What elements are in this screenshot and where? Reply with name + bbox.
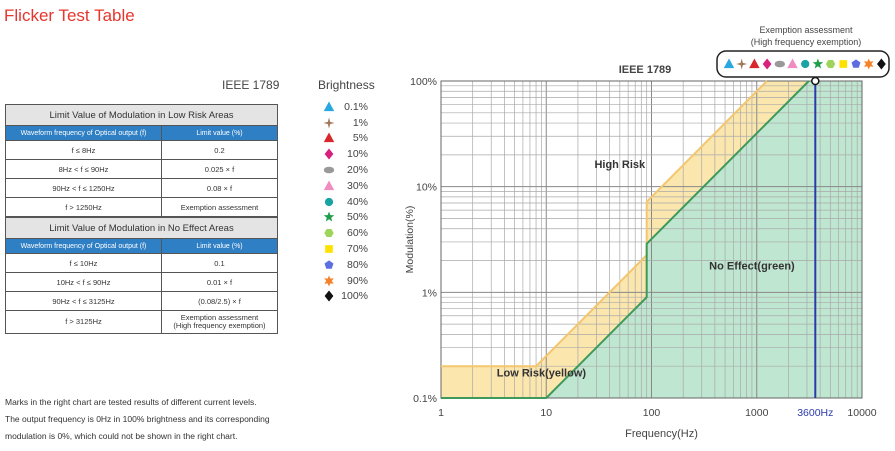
y-tick-label: 10%: [416, 182, 437, 194]
x-tick-label: 1: [438, 407, 444, 419]
y-tick-label: 1%: [422, 287, 437, 299]
square-icon: [839, 60, 848, 68]
x-tick-label: 10: [540, 407, 552, 419]
x-tick-label: 1000: [745, 407, 769, 419]
flicker-chart: 1 10 100 1000 3600Hz 10000 0.1% 1% 10% 100% Freque…: [404, 25, 890, 440]
x-tick-label: 3600Hz: [797, 407, 833, 419]
circle-icon: [801, 59, 810, 69]
area-label: No Effect(green): [709, 260, 795, 272]
x-tick-label: 10000: [847, 407, 876, 419]
measured-point-marker: [811, 76, 820, 86]
area-label: High Risk: [594, 159, 646, 171]
exemption-label: (High frequency exemption): [751, 37, 862, 47]
y-tick-label: 100%: [410, 76, 437, 88]
x-axis-label: Frequency(Hz): [625, 428, 698, 440]
y-axis-label: Modulation(%): [404, 206, 416, 274]
y-tick-label: 0.1%: [413, 393, 437, 405]
area-label: Low Risk(yellow): [497, 367, 587, 379]
ellipse-icon: [774, 60, 786, 68]
chart-title: IEEE 1789: [619, 64, 672, 76]
exemption-label: Exemption assessment: [759, 25, 853, 35]
x-tick-label: 100: [643, 407, 661, 419]
